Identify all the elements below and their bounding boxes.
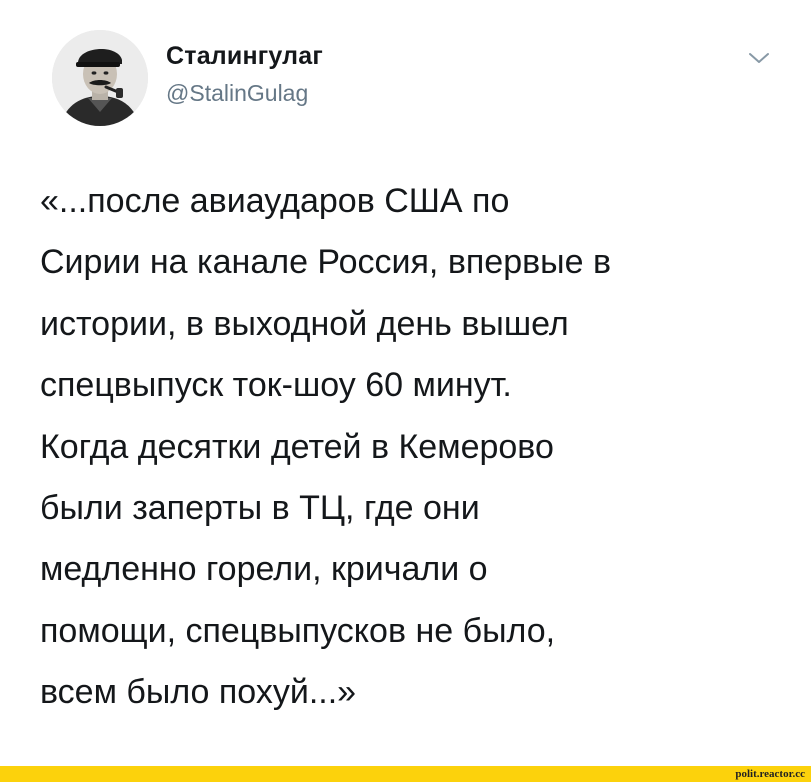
tweet-card: Сталингулаг @StalinGulag «...после авиау… — [0, 0, 811, 766]
tweet-text-line: медленно горели, кричали о — [40, 550, 488, 589]
user-handle[interactable]: @StalinGulag — [166, 80, 308, 107]
tweet-text-line: Когда десятки детей в Кемерово — [40, 427, 554, 466]
tweet-text-line: истории, в выходной день вышел — [40, 304, 569, 343]
tweet-text-line: помощи, спецвыпусков не было, — [40, 611, 556, 650]
tweet-text-line: Сирии на канале Россия, впервые в — [40, 243, 612, 282]
footer-bar: polit.reactor.cc — [0, 766, 811, 782]
tweet-text-line: спецвыпуск ток-шоу 60 минут. — [40, 366, 512, 405]
site-watermark[interactable]: polit.reactor.cc — [735, 766, 805, 782]
tweet-text-line: «...после авиаударов США по — [40, 182, 510, 220]
tweet-text: «...после авиаударов США по Сирии на кан… — [40, 171, 780, 724]
chevron-down-icon[interactable] — [746, 48, 772, 68]
avatar-portrait-icon — [52, 30, 148, 126]
display-name[interactable]: Сталингулаг — [166, 42, 323, 71]
avatar[interactable] — [52, 30, 148, 126]
tweet-text-line: всем было похуй...» — [40, 673, 357, 712]
tweet-text-line: были заперты в ТЦ, где они — [40, 488, 480, 527]
